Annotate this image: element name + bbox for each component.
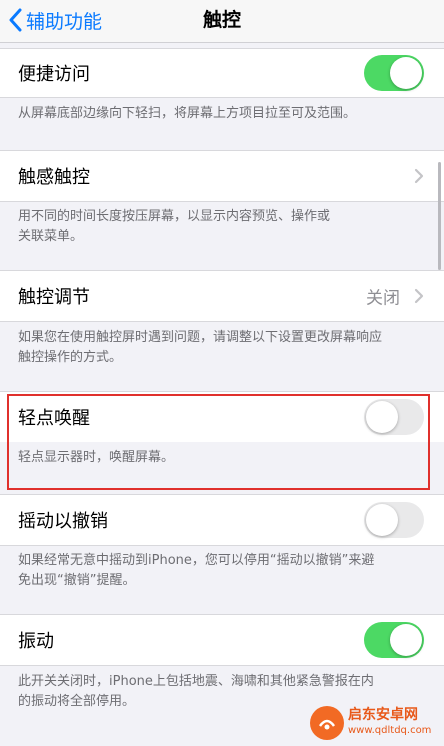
scrollbar[interactable] [438, 162, 441, 270]
description-line: 关联菜单。 [18, 229, 84, 244]
description-line: 轻点显示器时，唤醒屏幕。 [18, 450, 175, 465]
description-line: 从屏幕底部边缘向下轻扫，将屏幕上方项目拉至可及范围。 [18, 106, 357, 121]
shake-to-undo-row[interactable]: 摇动以撤销 [0, 494, 444, 546]
toggle-knob [366, 504, 398, 536]
haptic-touch-row[interactable]: 触感触控 [0, 150, 444, 202]
row-label: 触控调节 [18, 287, 90, 308]
row-label: 摇动以撤销 [18, 511, 108, 532]
description-line: 如果您在使用触控屏时遇到问题，请调整以下设置更改屏幕响应 [18, 330, 383, 345]
reachability-toggle[interactable] [364, 55, 424, 91]
description-line: 此开关关闭时，iPhone上包括地震、海啸和其他紧急警报在内 [18, 674, 374, 689]
vibration-row[interactable]: 振动 [0, 614, 444, 666]
vibration-toggle[interactable] [364, 622, 424, 658]
tap-to-wake-description: 轻点显示器时，唤醒屏幕。 [18, 448, 426, 468]
row-label: 触感触控 [18, 167, 90, 188]
row-label: 轻点唤醒 [18, 408, 90, 429]
chevron-right-icon [414, 168, 424, 184]
navigation-bar: 辅助功能 触控 [0, 0, 444, 43]
watermark-name: 启东安卓网 [348, 707, 418, 723]
tap-to-wake-row[interactable]: 轻点唤醒 [0, 391, 444, 443]
watermark-url: www.qdltdq.com [348, 725, 432, 736]
watermark: 启东安卓网 www.qdltdq.com [310, 704, 431, 742]
reachability-row[interactable]: 便捷访问 [0, 48, 444, 98]
shake-to-undo-toggle[interactable] [364, 502, 424, 538]
description-line: 触控操作的方式。 [18, 350, 123, 365]
tap-to-wake-toggle[interactable] [364, 399, 424, 435]
row-value: 关闭 [366, 288, 400, 309]
watermark-text: 启东安卓网 www.qdltdq.com [348, 708, 431, 738]
haptic-touch-description: 用不同的时间长度按压屏幕，以显示内容预览、操作或 关联菜单。 [18, 207, 426, 247]
toggle-knob [390, 57, 422, 89]
description-line: 如果经常无意中摇动到iPhone，您可以停用“摇动以撤销”来避 [18, 553, 375, 568]
watermark-logo-icon [310, 706, 344, 740]
description-line: 用不同的时间长度按压屏幕，以显示内容预览、操作或 [18, 209, 331, 224]
touch-accommodations-description: 如果您在使用触控屏时遇到问题，请调整以下设置更改屏幕响应 触控操作的方式。 [18, 328, 426, 368]
row-label: 便捷访问 [18, 64, 90, 85]
page-title: 触控 [202, 9, 241, 31]
shake-to-undo-description: 如果经常无意中摇动到iPhone，您可以停用“摇动以撤销”来避 免出现“撤销”提… [18, 551, 426, 591]
touch-accommodations-row[interactable]: 触控调节 关闭 [0, 270, 444, 322]
row-label: 振动 [18, 631, 54, 652]
chevron-right-icon [414, 288, 424, 304]
toggle-knob [366, 401, 398, 433]
toggle-knob [390, 624, 422, 656]
reachability-description: 从屏幕底部边缘向下轻扫，将屏幕上方项目拉至可及范围。 [18, 104, 426, 124]
description-line: 免出现“撤销”提醒。 [18, 573, 136, 588]
